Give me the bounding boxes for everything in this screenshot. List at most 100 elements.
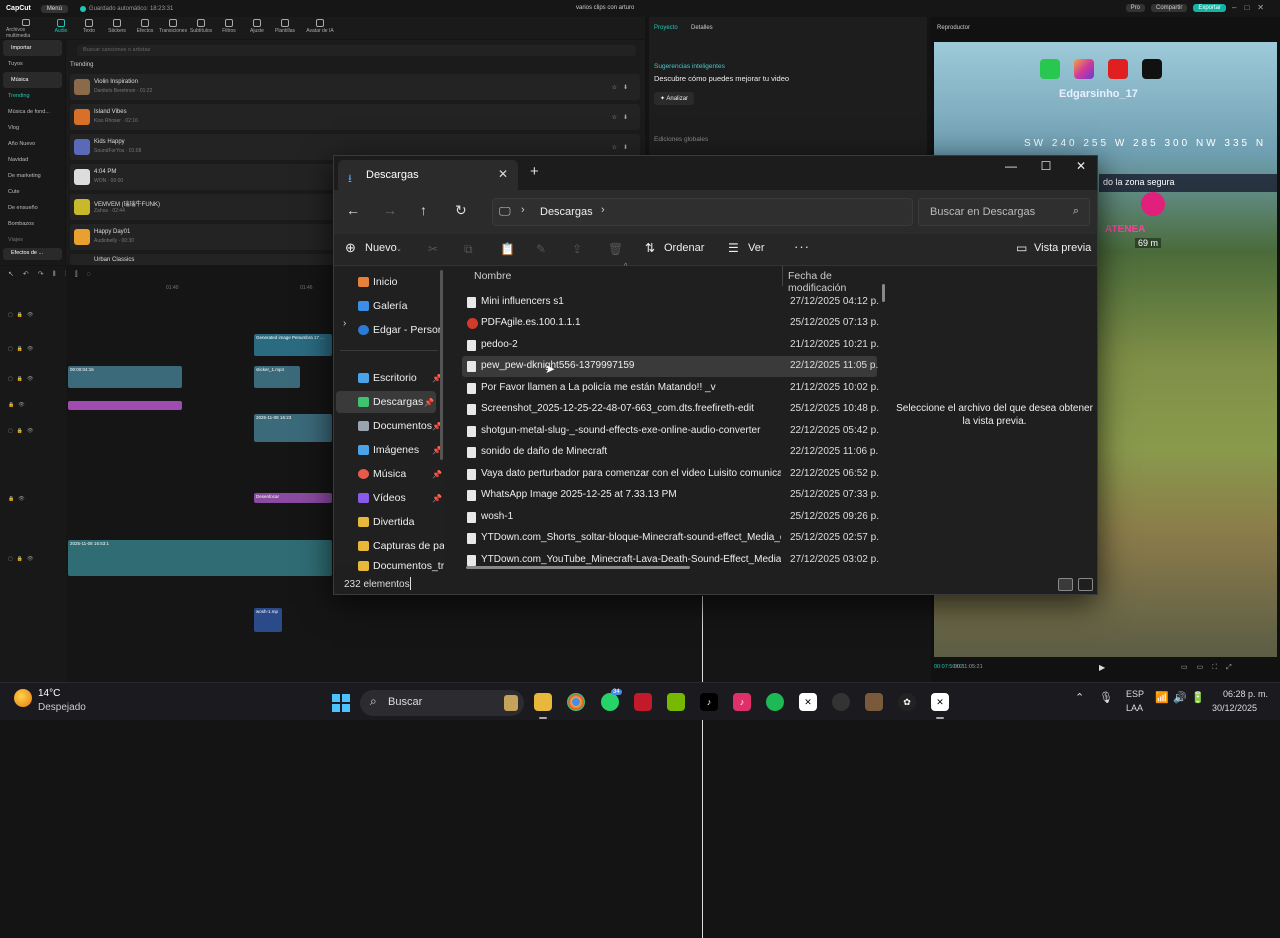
timeline-clip[interactable] bbox=[68, 401, 182, 410]
file-row[interactable]: WhatsApp Image 2025-12-25 at 7.33.13 PM 2… bbox=[462, 485, 880, 506]
file-row[interactable]: shotgun-metal-slug-_-sound-effects-exe-o… bbox=[462, 421, 880, 442]
menu-button[interactable]: Menú bbox=[40, 4, 68, 13]
track-header[interactable]: ▢🔒👁 bbox=[8, 312, 37, 318]
wifi-icon[interactable]: 📶 bbox=[1155, 691, 1169, 704]
file-row[interactable]: PDFAgile.es.100.1.1.1 25/12/2025 07:13 p.… bbox=[462, 313, 880, 334]
file-row[interactable]: pedoo-2 21/12/2025 10:21 p. m. bbox=[462, 335, 880, 356]
nav-documents[interactable]: Documentos 📌 bbox=[358, 415, 444, 437]
track-actions[interactable]: ☆⬇ bbox=[612, 84, 634, 91]
timeline-clip[interactable]: Desenfocar bbox=[254, 493, 332, 503]
back-icon[interactable]: ← bbox=[346, 202, 360, 218]
more-icon[interactable]: ··· bbox=[794, 239, 810, 254]
tab-project[interactable]: Proyecto bbox=[654, 25, 678, 31]
timeline-clip[interactable]: sticker_1.mp4 bbox=[254, 366, 300, 388]
tool-ai-avatar[interactable]: Avatar de IA bbox=[300, 17, 340, 39]
capcut-app-icon[interactable]: ✕ bbox=[799, 693, 817, 711]
obs-app-icon[interactable] bbox=[832, 693, 850, 711]
tiktok-studio-app-icon[interactable]: ♪ bbox=[733, 693, 751, 711]
clock-time[interactable]: 06:28 p. m. bbox=[1223, 689, 1268, 699]
nav-onedrive[interactable]: Edgar - Personal bbox=[358, 319, 444, 341]
spotify-app-icon[interactable] bbox=[766, 693, 784, 711]
pin-icon[interactable]: 📌 bbox=[424, 398, 434, 407]
category-marketing[interactable]: De marketing bbox=[0, 168, 65, 184]
tool-subtitles[interactable]: Subtítulos bbox=[188, 17, 214, 39]
weather-temp[interactable]: 14°C bbox=[38, 688, 60, 699]
play-icon[interactable]: ▶ bbox=[1099, 663, 1105, 672]
refresh-icon[interactable]: ↻ bbox=[455, 202, 467, 219]
view-button[interactable]: Ver bbox=[748, 242, 765, 254]
tiles-view-icon[interactable] bbox=[1078, 578, 1093, 591]
pin-icon[interactable]: 📌 bbox=[432, 494, 442, 503]
details-view-icon[interactable] bbox=[1058, 578, 1073, 591]
sort-icon[interactable]: ⇅ bbox=[645, 241, 655, 255]
file-row[interactable]: YTDown.com_Shorts_soltar-bloque-Minecraf… bbox=[462, 528, 880, 549]
rename-icon[interactable]: ✎ bbox=[536, 242, 546, 256]
expand-chevron-icon[interactable]: › bbox=[343, 318, 346, 329]
analyze-button[interactable]: ✦ Analizar bbox=[654, 92, 695, 105]
chatgpt-app-icon[interactable]: ✿ bbox=[898, 693, 916, 711]
category-trending[interactable]: Trending bbox=[0, 88, 65, 104]
tiktok-app-icon[interactable]: ♪ bbox=[700, 693, 718, 711]
nav-scrollbar[interactable] bbox=[440, 270, 443, 460]
start-button[interactable] bbox=[332, 694, 350, 712]
language-code[interactable]: ESP bbox=[1126, 689, 1144, 699]
taskbar-search[interactable]: ⌕ Buscar bbox=[360, 690, 524, 716]
tool-filters[interactable]: Filtros bbox=[216, 17, 242, 39]
paste-icon[interactable]: 📋 bbox=[500, 242, 515, 256]
nav-folder[interactable]: Divertida bbox=[358, 511, 444, 533]
preview-pane-button[interactable]: Vista previa bbox=[1034, 242, 1091, 254]
timeline-clip[interactable]: wosh-1.mp bbox=[254, 608, 282, 632]
tool-transitions[interactable]: Transiciones bbox=[159, 17, 187, 39]
close-icon[interactable]: ✕ bbox=[1066, 159, 1096, 173]
category-travel[interactable]: Viajes bbox=[0, 232, 65, 248]
file-row[interactable]: Mini influencers s1 27/12/2025 04:12 p. m… bbox=[462, 292, 880, 313]
category-new-year[interactable]: Año Nuevo bbox=[0, 136, 65, 152]
file-row[interactable]: YTDown.com_YouTube_Minecraft-Lava-Death-… bbox=[462, 550, 880, 566]
track-header[interactable]: 🔒👁 bbox=[8, 496, 29, 502]
keyboard-layout[interactable]: LAA bbox=[1126, 703, 1143, 713]
tool-adjust[interactable]: Ajuste bbox=[244, 17, 270, 39]
nav-folder[interactable]: Capturas de pan bbox=[358, 535, 444, 557]
tab-downloads[interactable]: ⭳ Descargas ✕ bbox=[338, 160, 518, 190]
category-vlog[interactable]: Vlog bbox=[0, 120, 65, 136]
tool-audio[interactable]: Audio bbox=[48, 17, 74, 39]
breadcrumb[interactable]: Descargas bbox=[540, 206, 593, 218]
file-row[interactable]: Screenshot_2025-12-25-22-48-07-663_com.d… bbox=[462, 399, 880, 420]
column-divider[interactable] bbox=[782, 266, 783, 286]
tool-stickers[interactable]: Stickers bbox=[104, 17, 130, 39]
file-row[interactable]: pew_pew-dknight556-1379997159 22/12/2025 … bbox=[462, 356, 880, 377]
track-actions[interactable]: ☆⬇ bbox=[612, 144, 634, 151]
track-header[interactable]: ▢🔒👁 bbox=[8, 428, 37, 434]
track-header[interactable]: ▢🔒👁 bbox=[8, 556, 37, 562]
chevron-down-icon[interactable]: ⌄ bbox=[396, 245, 402, 253]
weather-icon[interactable] bbox=[14, 689, 32, 707]
whatsapp-app-icon[interactable] bbox=[601, 693, 619, 711]
category-import[interactable]: Importar bbox=[3, 40, 62, 56]
column-header-date[interactable]: Fecha de modificación bbox=[788, 270, 892, 294]
timeline-clip[interactable]: 00:00:04:15 bbox=[68, 366, 182, 388]
track-header[interactable]: ▢🔒👁 bbox=[8, 346, 37, 352]
timeline-clip[interactable]: 2025-11-08 16:23 bbox=[254, 414, 332, 442]
file-row[interactable]: sonido de daño de Minecraft 22/12/2025 11… bbox=[462, 442, 880, 463]
share-button[interactable]: Compartir bbox=[1150, 3, 1188, 12]
track-item[interactable]: Violin Inspiration Danitelo Beretmon · 01… bbox=[70, 74, 640, 100]
category-cute[interactable]: Cute bbox=[0, 184, 65, 200]
track-actions[interactable]: ☆⬇ bbox=[612, 114, 634, 121]
tool-templates[interactable]: Plantillas bbox=[272, 17, 298, 39]
close-tab-icon[interactable]: ✕ bbox=[498, 167, 508, 181]
nav-pictures[interactable]: Imágenes 📌 bbox=[358, 439, 444, 461]
track-header[interactable]: 🔒👁 bbox=[8, 402, 29, 408]
category-yours[interactable]: Tuyos bbox=[0, 56, 65, 72]
copy-icon[interactable]: ⧉ bbox=[464, 242, 473, 257]
weather-condition[interactable]: Despejado bbox=[38, 702, 86, 713]
battery-icon[interactable]: 🔋 bbox=[1191, 691, 1205, 704]
export-button[interactable]: Exportar bbox=[1193, 3, 1227, 12]
new-tab-icon[interactable]: + bbox=[530, 163, 539, 180]
tool-effects[interactable]: Efectos bbox=[132, 17, 158, 39]
nvidia-app-icon[interactable] bbox=[667, 693, 685, 711]
timeline-playhead[interactable] bbox=[702, 596, 703, 938]
minimize-icon[interactable]: — bbox=[996, 159, 1026, 173]
column-header-name[interactable]: Nombre bbox=[474, 270, 511, 282]
music-search-input[interactable]: Buscar canciones o artistas bbox=[77, 45, 636, 56]
category-christmas[interactable]: Navidad bbox=[0, 152, 65, 168]
